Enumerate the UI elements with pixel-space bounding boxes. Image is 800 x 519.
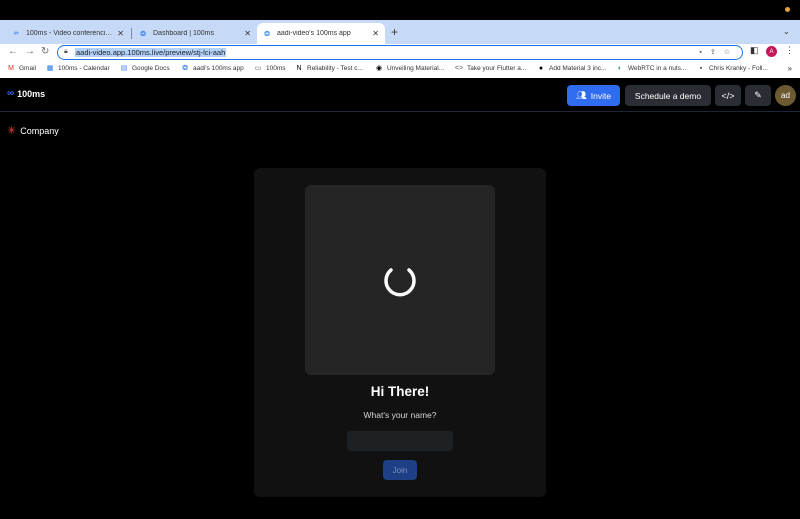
bookmark-label: Reliability - Test c...	[307, 64, 363, 72]
bookmarks-bar: M Gmail ▦ 100ms - Calendar ▤ Google Docs ❂ a…	[0, 61, 800, 78]
folder-icon: ▭	[254, 65, 262, 72]
camera-icon[interactable]: ▪	[699, 49, 709, 56]
recording-indicator-icon	[785, 7, 790, 12]
code-icon: </>	[721, 90, 735, 101]
bookmark-google-docs[interactable]: ▤ Google Docs	[120, 64, 170, 73]
tab-separator	[131, 28, 132, 39]
browser-tab-strip: ∞ 100ms - Video conferencing a ✕ ❂ Dashb…	[0, 20, 800, 44]
address-bar[interactable]: 🔒︎ aadi-video.app.100ms.live/preview/stj…	[57, 45, 743, 60]
bookmark-gmail[interactable]: M Gmail	[7, 64, 36, 72]
reload-icon[interactable]: ↻	[41, 46, 49, 57]
name-input[interactable]	[347, 431, 453, 451]
flutter-icon: <>	[454, 64, 464, 72]
company-name: Company	[20, 125, 59, 136]
bookmark-label: 100ms - Calendar	[58, 64, 110, 72]
webrtc-icon: ◐	[617, 64, 623, 72]
tab-label: Dashboard | 100ms	[153, 30, 214, 37]
forward-arrow-icon[interactable]: →	[25, 46, 35, 57]
browser-menu-icon[interactable]: ⋮	[785, 45, 794, 56]
bookmark-label: WebRTC in a nuts...	[628, 64, 687, 72]
name-prompt-label: What's your name?	[363, 410, 437, 420]
bookmark-webrtc[interactable]: ◐ WebRTC in a nuts...	[616, 64, 686, 72]
docs-icon: ▤	[120, 65, 128, 72]
bookmark-label: Take your Flutter a...	[467, 64, 527, 72]
calendar-icon: ▦	[46, 65, 54, 72]
browser-tab-active-app[interactable]: ❂ aadi-video's 100ms app ✕	[257, 23, 385, 44]
lock-icon: 🔒︎	[64, 48, 68, 55]
company-asterisk-icon: ✳	[7, 125, 17, 137]
close-tab-icon[interactable]: ✕	[244, 29, 251, 38]
gmail-icon: M	[8, 64, 14, 72]
omnibox-actions: ▪⇪☆	[699, 48, 738, 56]
bookmark-calendar[interactable]: ▦ 100ms - Calendar	[46, 64, 110, 73]
close-tab-icon[interactable]: ✕	[372, 29, 379, 38]
back-arrow-icon[interactable]: ←	[8, 46, 18, 57]
notion-icon: N	[296, 64, 302, 72]
100ms-logo-icon: ∞	[13, 30, 19, 37]
bookmark-label: Chris Kranky - Foll...	[709, 64, 768, 72]
brand-logo[interactable]: ∞ 100ms	[7, 88, 45, 99]
bookmark-label: aadi's 100ms app	[193, 64, 244, 72]
new-tab-icon[interactable]: +	[391, 25, 398, 39]
github-icon: ●	[538, 64, 544, 72]
bookmark-chris-kranky[interactable]: ▪ Chris Kranky - Foll...	[697, 64, 768, 72]
bookmark-label: Unveiling Material...	[387, 64, 445, 72]
100ms-globe-icon: ❂	[182, 65, 188, 72]
embed-code-button[interactable]: </>	[715, 85, 741, 106]
bookmark-reliability[interactable]: N Reliability - Test c...	[295, 64, 363, 72]
address-bar-row: ← → ↻ 🔒︎ aadi-video.app.100ms.live/previ…	[0, 44, 800, 61]
schedule-demo-button[interactable]: Schedule a demo	[625, 85, 711, 106]
100ms-globe-icon: ❂	[264, 30, 270, 38]
bookmark-star-icon[interactable]: ☆	[724, 49, 738, 56]
bookmark-label: 100ms	[266, 64, 286, 72]
tab-label: 100ms - Video conferencing a	[26, 30, 114, 37]
brand-name: 100ms	[17, 88, 46, 99]
join-button[interactable]: Join	[383, 460, 417, 480]
invite-label: Invite	[590, 90, 612, 101]
bookmark-aadis-app[interactable]: ❂ aadi's 100ms app	[181, 64, 244, 73]
100ms-logo-icon: ∞	[7, 88, 15, 99]
edit-icon: ✎	[754, 90, 762, 100]
tab-label: aadi-video's 100ms app	[277, 30, 351, 37]
medium-icon: ◉	[375, 65, 383, 72]
bookmark-flutter[interactable]: <> Take your Flutter a...	[455, 64, 526, 72]
browser-tab-dashboard[interactable]: ❂ Dashboard | 100ms ✕	[133, 23, 257, 44]
share-icon[interactable]: ⇪	[710, 49, 724, 56]
company-logo: ✳ Company	[7, 124, 59, 137]
app-header: ∞ 100ms 👥︎ Invite Schedule a demo </> ✎ …	[0, 78, 800, 112]
edit-button[interactable]: ✎	[745, 85, 771, 106]
bookmark-unveiling-material[interactable]: ◉ Unveiling Material...	[375, 64, 445, 73]
loading-spinner-icon	[384, 268, 416, 297]
greeting-heading: Hi There!	[370, 384, 430, 399]
more-bookmarks-icon[interactable]: »	[788, 64, 792, 73]
browser-profile-avatar[interactable]: A	[766, 46, 777, 57]
bookmark-label: Gmail	[19, 64, 36, 72]
os-top-bar	[0, 0, 800, 20]
video-preview-tile	[305, 185, 495, 375]
side-panel-icon[interactable]: ◧	[750, 45, 759, 56]
app-viewport: ∞ 100ms 👥︎ Invite Schedule a demo </> ✎ …	[0, 78, 800, 519]
bookmark-label: Google Docs	[132, 64, 170, 72]
tab-search-chevron-icon[interactable]: ⌄	[783, 27, 790, 36]
invite-button[interactable]: 👥︎ Invite	[567, 85, 620, 106]
bookmark-100ms-folder[interactable]: ▭ 100ms	[254, 64, 286, 73]
ck-icon: ▪	[699, 64, 703, 72]
bookmark-material3[interactable]: ● Add Material 3 inc...	[537, 64, 607, 72]
url-text[interactable]: aadi-video.app.100ms.live/preview/stj-lc…	[75, 48, 227, 57]
close-tab-icon[interactable]: ✕	[117, 29, 124, 38]
100ms-globe-icon: ❂	[140, 30, 146, 38]
browser-tab-100ms-home[interactable]: ∞ 100ms - Video conferencing a ✕	[6, 23, 130, 44]
bookmark-label: Add Material 3 inc...	[549, 64, 607, 72]
preview-card: Hi There! What's your name? Join	[254, 168, 546, 497]
add-person-icon: 👥︎	[575, 90, 587, 100]
user-avatar-button[interactable]: ad	[775, 85, 796, 106]
